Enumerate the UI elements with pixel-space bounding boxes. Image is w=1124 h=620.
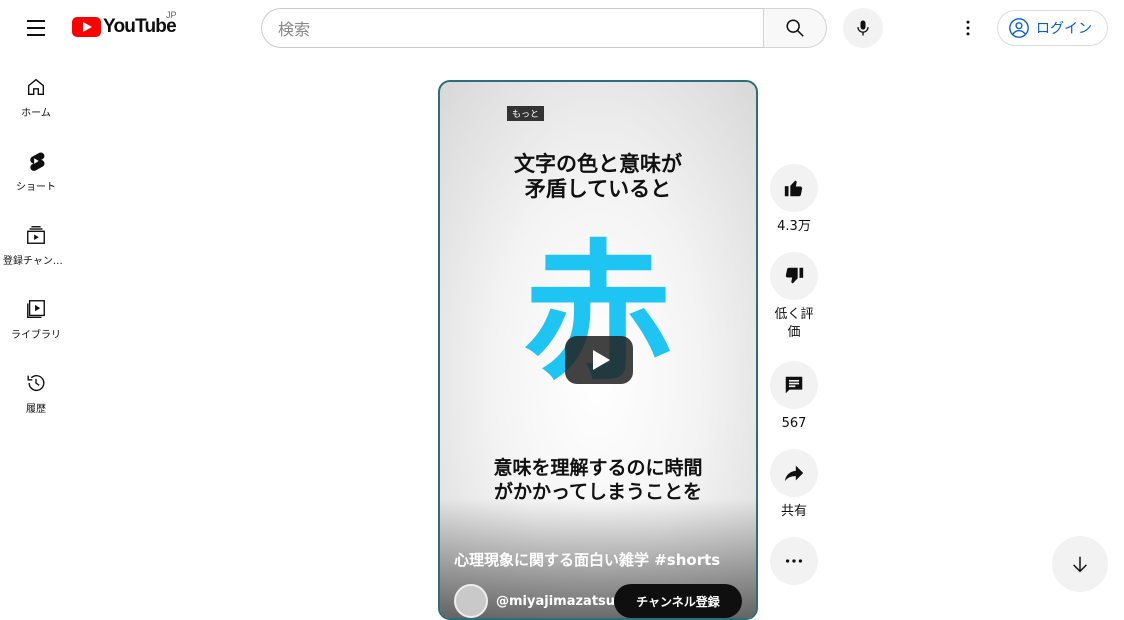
video-caption-top: 文字の色と意味が 矛盾していると (514, 152, 682, 201)
dislike-label: 低く評 価 (774, 307, 814, 340)
search-icon (786, 19, 804, 37)
play-button[interactable] (565, 336, 633, 384)
library-icon (27, 300, 45, 318)
more-vertical-icon (966, 20, 970, 36)
comment-icon (785, 376, 803, 394)
sidebar-item-label: 履歴 (26, 404, 46, 415)
account-icon (1009, 18, 1029, 38)
share-label: 共有 (780, 504, 807, 519)
channel-info: @miyajimazatsug (454, 584, 624, 618)
login-label: ログイン (1036, 21, 1092, 37)
menu-button[interactable] (16, 8, 56, 48)
share-icon (784, 465, 804, 482)
sidebar-item-label: ホーム (21, 108, 51, 119)
sidebar-item-subscriptions[interactable]: 登録チャンネル (0, 204, 72, 278)
like-action: 4.3万 (769, 164, 819, 236)
comment-action: 567 (769, 361, 819, 433)
comment-count: 567 (781, 416, 807, 431)
sidebar-item-library[interactable]: ライブラリ (0, 278, 72, 352)
search-input[interactable]: 検索 (261, 8, 764, 48)
youtube-logo[interactable]: YouTube (72, 16, 177, 38)
hamburger-icon (27, 20, 45, 22)
like-button[interactable] (770, 164, 818, 212)
history-icon (27, 375, 45, 392)
sidebar-item-history[interactable]: 履歴 (0, 352, 72, 426)
dislike-button[interactable] (770, 252, 818, 300)
sidebar-item-label: ショート (16, 182, 56, 193)
more-horizontal-icon (785, 559, 803, 563)
login-button[interactable]: ログイン (997, 10, 1108, 46)
search-button[interactable] (763, 8, 827, 48)
settings-menu-button[interactable] (948, 8, 988, 48)
more-action (769, 537, 819, 585)
thumbs-up-icon (784, 180, 803, 197)
dislike-action: 低く評 価 (769, 252, 819, 342)
subscriptions-icon (27, 226, 45, 244)
mini-guide: ホーム ショート 登録チャンネル ライブラリ 履歴 (0, 56, 72, 426)
thumbs-down-icon (785, 267, 804, 284)
sidebar-item-home[interactable]: ホーム (0, 56, 72, 130)
sidebar-item-label: ライブラリ (11, 330, 61, 341)
youtube-play-icon (72, 17, 101, 37)
next-video-button[interactable] (1052, 536, 1108, 592)
subscribe-button[interactable]: チャンネル登録 (614, 584, 742, 618)
search-placeholder: 検索 (278, 20, 311, 39)
masthead: YouTube JP 検索 ログイン (0, 0, 1124, 56)
share-action: 共有 (769, 449, 819, 521)
home-icon (27, 78, 45, 96)
share-button[interactable] (770, 449, 818, 497)
video-caption-bottom: 意味を理解するのに時間 がかかってしまうことを (493, 457, 703, 503)
arrow-down-icon (1073, 556, 1087, 573)
like-count: 4.3万 (777, 219, 811, 234)
voice-search-button[interactable] (843, 8, 883, 48)
shorts-icon (30, 152, 45, 171)
sidebar-item-label: 登録チャンネル (3, 256, 69, 267)
channel-avatar[interactable] (454, 584, 488, 618)
shorts-video-player[interactable]: もっと 文字の色と意味が 矛盾していると 赤 意味を理解するのに時間 がかかって… (438, 80, 758, 620)
video-tag: もっと (507, 106, 545, 121)
logo-text: YouTube (103, 16, 177, 37)
microphone-icon (857, 20, 869, 36)
sidebar-item-shorts[interactable]: ショート (0, 130, 72, 204)
more-actions-button[interactable] (770, 537, 818, 585)
video-title[interactable]: 心理現象に関する面白い雑学 #shorts (454, 549, 720, 570)
country-code: JP (166, 10, 177, 20)
channel-name[interactable]: @miyajimazatsug (496, 594, 624, 609)
comments-button[interactable] (770, 361, 818, 409)
